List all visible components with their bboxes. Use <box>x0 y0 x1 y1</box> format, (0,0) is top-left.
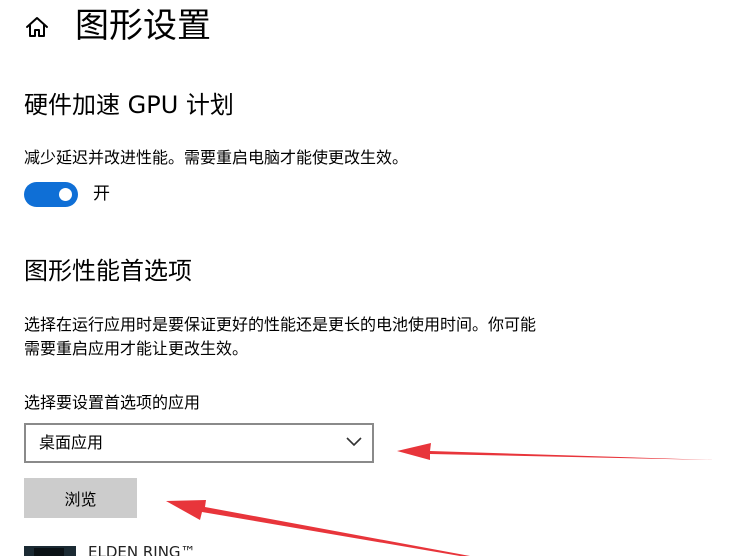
graphics-preference-description-line1: 选择在运行应用时是要保证更好的性能还是更长的电池使用时间。你可能 <box>24 315 537 334</box>
graphics-preference-description-line2: 需要重启应用才能让更改生效。 <box>24 339 249 358</box>
app-icon-inner <box>34 548 64 556</box>
chevron-down-icon <box>346 437 362 447</box>
toggle-knob <box>59 188 72 201</box>
annotation-arrow-browse <box>166 500 470 556</box>
app-list-item-name[interactable]: ELDEN RING™ <box>88 542 196 556</box>
gpu-scheduling-title: 硬件加速 GPU 计划 <box>24 91 234 119</box>
gpu-scheduling-toggle[interactable] <box>24 182 78 207</box>
annotation-arrow-dropdown <box>397 443 714 460</box>
gpu-scheduling-description: 减少延迟并改进性能。需要重启电脑才能使更改生效。 <box>24 148 409 167</box>
app-type-dropdown-value: 桌面应用 <box>39 433 104 452</box>
page-title: 图形设置 <box>75 6 211 46</box>
graphics-preference-description: 选择在运行应用时是要保证更好的性能还是更长的电池使用时间。你可能 需要重启应用才… <box>24 313 536 361</box>
app-icon <box>24 546 76 556</box>
home-icon[interactable] <box>24 14 50 40</box>
graphics-preference-title: 图形性能首选项 <box>24 257 192 285</box>
app-type-dropdown[interactable]: 桌面应用 <box>24 423 374 463</box>
gpu-scheduling-toggle-label: 开 <box>93 184 110 204</box>
browse-button[interactable]: 浏览 <box>24 478 137 518</box>
app-select-label: 选择要设置首选项的应用 <box>24 393 201 412</box>
